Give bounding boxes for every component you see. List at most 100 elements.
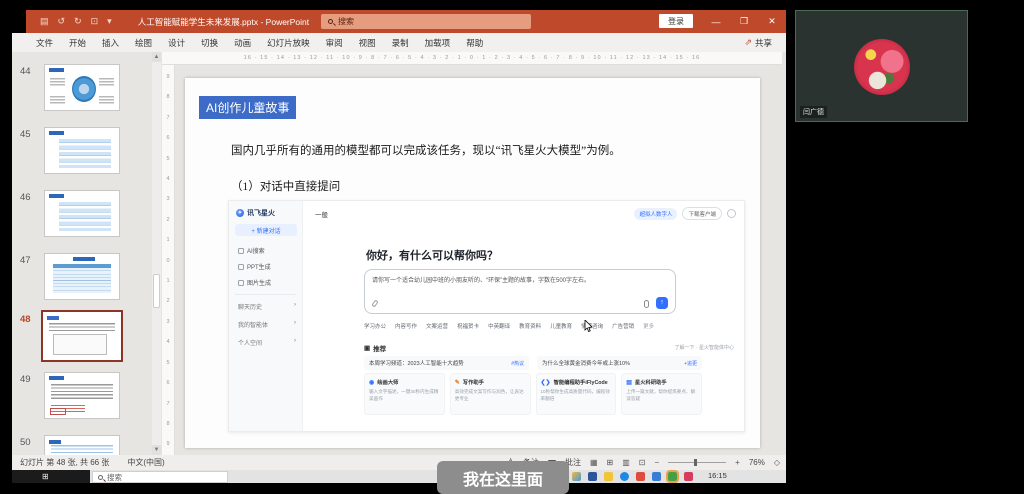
- ribbon-search-box[interactable]: 搜索: [321, 14, 531, 29]
- scrollbar-thumb[interactable]: [153, 274, 160, 308]
- close-icon[interactable]: ✕: [758, 10, 786, 33]
- normal-view-icon[interactable]: ▦: [590, 458, 598, 467]
- thumb-number: 49: [20, 374, 31, 385]
- app-icon-pink[interactable]: [684, 472, 693, 481]
- agent-card-painting[interactable]: ◉ 绘画大师 输入文字描述，一键30秒内生成精美画作: [364, 373, 445, 415]
- tab-education[interactable]: 教育资料: [519, 322, 541, 330]
- tab-draw[interactable]: 绘图: [135, 37, 152, 49]
- slide-thumbnail-45[interactable]: [44, 127, 120, 174]
- tab-animations[interactable]: 动画: [234, 37, 251, 49]
- agent-card-coding[interactable]: ❮❯ 智能编程助手iFlyCode 10秒帮你生成高质量代码，编程效率翻倍: [535, 373, 617, 415]
- tab-more[interactable]: 更多: [643, 322, 654, 330]
- weather-widget-icon[interactable]: [572, 472, 581, 481]
- diagram-art: [72, 76, 96, 102]
- digital-human-button[interactable]: 超拟人数字人: [634, 207, 678, 220]
- new-chat-button[interactable]: + 新建对话: [235, 224, 297, 236]
- zoom-level[interactable]: 76%: [749, 458, 765, 467]
- tab-slideshow[interactable]: 幻灯片放映: [267, 37, 310, 49]
- slideshow-view-icon[interactable]: ⊡: [639, 458, 646, 467]
- reading-view-icon[interactable]: ▥: [622, 458, 630, 467]
- app-icon-blue[interactable]: [652, 472, 661, 481]
- microphone-icon[interactable]: [644, 300, 649, 308]
- fit-to-window-icon[interactable]: ◇: [774, 458, 780, 467]
- tab-transitions[interactable]: 切换: [201, 37, 218, 49]
- tab-design[interactable]: 设计: [168, 37, 185, 49]
- sidebar-section-chat-history[interactable]: 聊天历史 ›: [238, 302, 296, 311]
- vertical-ruler: 9 8 7 6 5 4 3 2 1 0 1 2 3 4 5 6 7 8 9: [162, 65, 175, 455]
- app-icon-red[interactable]: [636, 472, 645, 481]
- save-icon[interactable]: ▤: [40, 16, 49, 27]
- zoom-slider-knob[interactable]: [694, 459, 698, 466]
- recommend-icon: ▣: [364, 345, 371, 352]
- share-button[interactable]: ⇗ 共享: [744, 33, 772, 52]
- send-button[interactable]: ↑: [656, 297, 668, 309]
- tab-addins[interactable]: 加载项: [425, 37, 451, 49]
- redo-icon[interactable]: ↻: [74, 16, 82, 27]
- taskbar-search[interactable]: 搜索: [92, 471, 228, 483]
- tab-greeting-card[interactable]: 祝福贺卡: [457, 322, 479, 330]
- agent-card-writing[interactable]: ✎ 写作助手 高效完成文案写作与润色，让表达更专业: [449, 373, 531, 415]
- window-controls: ⊞ — ❐ ✕: [674, 10, 786, 33]
- undo-icon[interactable]: ↺: [58, 16, 66, 27]
- user-avatar[interactable]: [727, 209, 736, 218]
- sidebar-item-image-generate[interactable]: 图片生成: [238, 278, 271, 287]
- search-icon: [98, 474, 103, 480]
- sidebar-item-ai-search[interactable]: AI搜索: [238, 246, 265, 255]
- slide-thumbnail-48-selected[interactable]: [41, 310, 123, 362]
- file-explorer-icon[interactable]: [604, 472, 613, 481]
- tab-record[interactable]: 录制: [392, 37, 409, 49]
- slide-thumbnail-47[interactable]: [44, 253, 120, 300]
- participant-video-tile[interactable]: 闫广德: [795, 10, 968, 122]
- slideshow-icon[interactable]: ⊡: [91, 16, 99, 27]
- scroll-down-icon[interactable]: ▼: [152, 445, 161, 455]
- tab-review[interactable]: 审阅: [326, 37, 343, 49]
- attachment-icon[interactable]: [371, 299, 379, 308]
- scroll-up-icon[interactable]: ▲: [152, 52, 161, 62]
- tab-home[interactable]: 开始: [69, 37, 86, 49]
- zoom-slider[interactable]: [668, 459, 727, 466]
- meeting-app-icon-active[interactable]: [666, 470, 679, 483]
- zoom-out-icon[interactable]: −: [654, 458, 659, 467]
- tab-translation[interactable]: 中英翻译: [488, 322, 510, 330]
- tab-view[interactable]: 视图: [359, 37, 376, 49]
- tab-ad-marketing[interactable]: 广告营销: [612, 322, 634, 330]
- browser-icon[interactable]: [620, 472, 629, 481]
- download-client-button[interactable]: 下载客户端: [682, 207, 722, 220]
- topic-item[interactable]: 为什么全球黄金消费今年或上涨10% +追更: [537, 356, 702, 370]
- tab-children-education[interactable]: 儿童教育: [550, 322, 572, 330]
- chat-input-box[interactable]: 请你写一个适合幼儿园中班的小朋友听的、“环保”主题的故事，字数在500字左右。 …: [364, 269, 676, 314]
- minimize-icon[interactable]: —: [702, 10, 730, 33]
- slide-sorter-icon[interactable]: ⊞: [607, 458, 614, 467]
- slide-canvas[interactable]: AI创作儿童故事 国内几乎所有的通用的模型都可以完成该任务，现以“讯飞星火大模型…: [185, 78, 760, 448]
- slide-thumbnail-49[interactable]: [44, 372, 120, 419]
- quick-access-toolbar: ▤ ↺ ↻ ⊡ ▾: [40, 16, 112, 27]
- customize-quick-access-icon[interactable]: ▾: [107, 16, 112, 27]
- tab-content-writing[interactable]: 内容写作: [395, 322, 417, 330]
- windows-taskbar: ⊞ 搜索 16:15: [12, 470, 786, 483]
- recommend-header: ▣ 推荐: [364, 345, 387, 353]
- recommend-more-link[interactable]: 了解一下 · 星火智能体中心: [675, 344, 734, 351]
- thumbnail-scrollbar[interactable]: ▲ ▼: [152, 52, 161, 455]
- share-icon: ⇗: [744, 37, 752, 47]
- sidebar-section-my-agents[interactable]: 我的智能体 ›: [238, 320, 296, 329]
- slide-thumbnail-44[interactable]: [44, 64, 120, 111]
- sidebar-section-personal-space[interactable]: 个人空间 ›: [238, 338, 296, 347]
- ribbon-display-options-icon[interactable]: ⊞: [674, 10, 702, 33]
- tab-file[interactable]: 文件: [36, 37, 53, 49]
- tab-copywriting[interactable]: 文案运营: [426, 322, 448, 330]
- slide-thumbnail-46[interactable]: [44, 190, 120, 237]
- zoom-in-icon[interactable]: +: [735, 458, 740, 467]
- slide-title-chip: AI创作儿童故事: [199, 96, 297, 119]
- sidebar-item-ppt-generate[interactable]: PPT生成: [238, 262, 271, 271]
- tab-study-office[interactable]: 学习办公: [364, 322, 386, 330]
- agent-card-research[interactable]: ▤ 星火科研助手 上传一篇文献，帮你提炼要点、解读答疑: [621, 373, 702, 415]
- start-button[interactable]: ⊞: [12, 470, 90, 483]
- slide-thumbnail-50[interactable]: [44, 435, 120, 455]
- tab-help[interactable]: 帮助: [466, 37, 483, 49]
- word-icon[interactable]: [588, 472, 597, 481]
- restore-icon[interactable]: ❐: [730, 10, 758, 33]
- category-tabs: 学习办公 内容写作 文案运营 祝福贺卡 中英翻译 教育资料 儿童教育 情感咨询 …: [364, 322, 709, 330]
- language-indicator[interactable]: 中文(中国): [127, 457, 164, 468]
- topic-item[interactable]: 本周学习频道：2023人工智能十大趋势 #热议: [364, 356, 529, 370]
- tab-insert[interactable]: 插入: [102, 37, 119, 49]
